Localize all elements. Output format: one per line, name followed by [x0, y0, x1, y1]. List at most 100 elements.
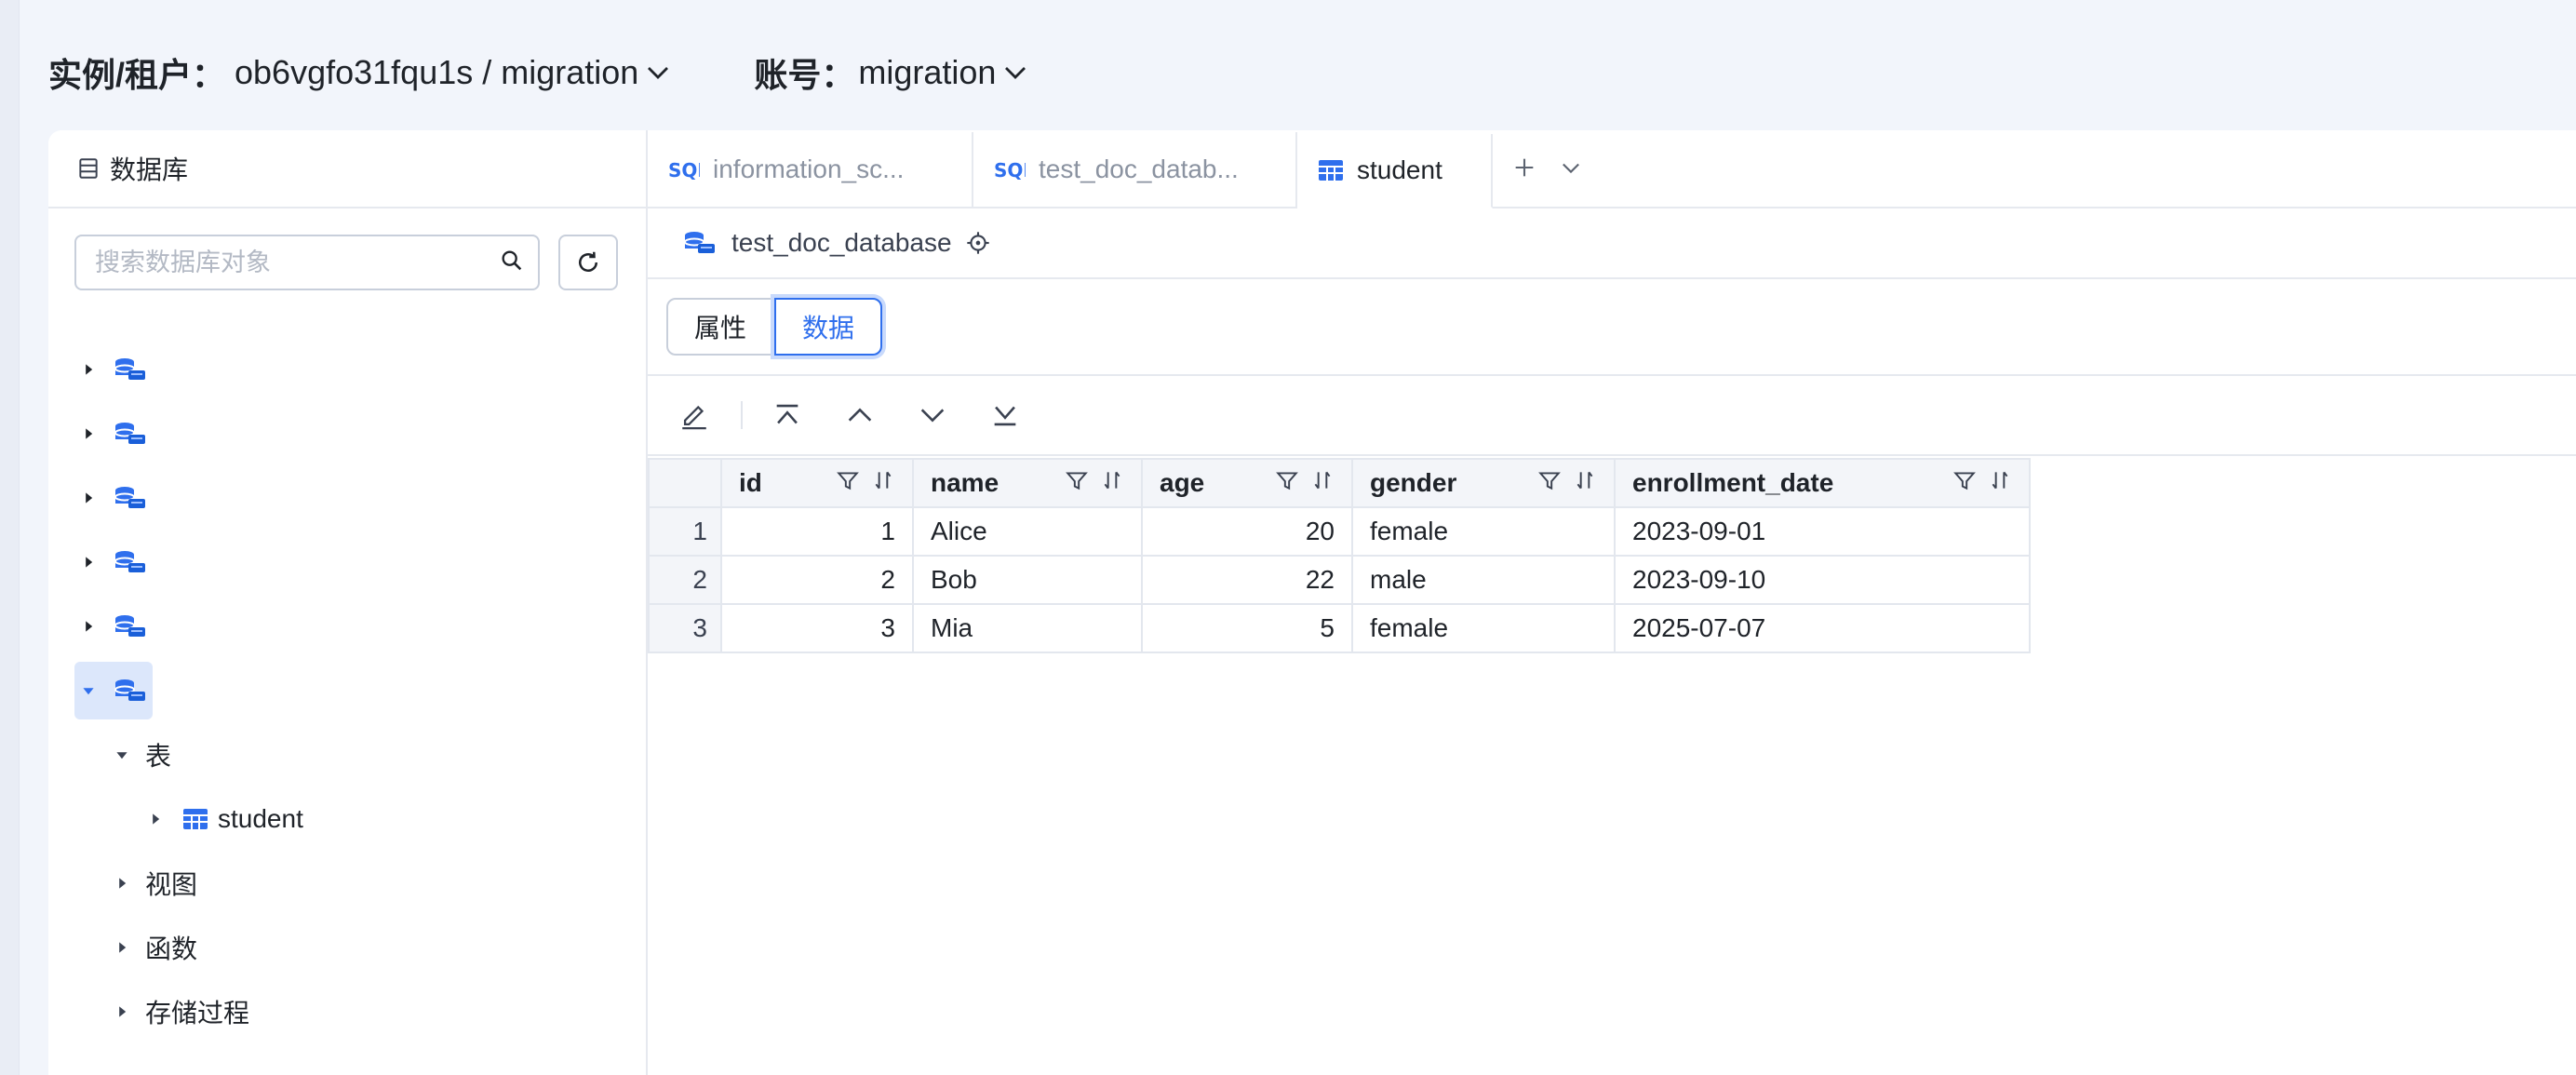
column-header-gender[interactable]: gender	[1351, 458, 1616, 508]
tree-database-3[interactable]	[74, 465, 633, 530]
search-input[interactable]	[93, 247, 488, 278]
caret-right-icon[interactable]	[74, 427, 102, 440]
tab-label: test_doc_datab...	[1039, 155, 1239, 183]
sort-icon[interactable]	[1988, 468, 2012, 499]
caret-down-icon[interactable]	[108, 748, 136, 761]
next-row-button[interactable]	[908, 391, 957, 439]
prev-row-button[interactable]	[836, 391, 884, 439]
cell-age[interactable]: 20	[1141, 506, 1353, 557]
cell-age[interactable]: 22	[1141, 555, 1353, 605]
sql-icon: SQL	[668, 157, 700, 181]
caret-right-icon[interactable]	[141, 813, 169, 826]
caret-down-icon[interactable]	[74, 684, 102, 697]
tree-database-6[interactable]	[74, 658, 633, 722]
column-name: age	[1160, 468, 1205, 497]
chevron-up-icon	[848, 408, 872, 422]
tree-database-2[interactable]	[74, 401, 633, 465]
filter-icon[interactable]	[1275, 468, 1299, 499]
caret-right-icon[interactable]	[108, 1005, 136, 1018]
search-icon[interactable]	[499, 248, 525, 278]
table-row[interactable]: 2 2 Bob 22 male 2023-09-10	[648, 555, 2031, 605]
cell-age[interactable]: 5	[1141, 603, 1353, 653]
tree-database-4[interactable]	[74, 530, 633, 594]
selected-database[interactable]	[74, 661, 153, 719]
caret-right-icon[interactable]	[74, 363, 102, 376]
search-row	[74, 235, 618, 290]
svg-text:SQL: SQL	[668, 159, 700, 181]
tab-data[interactable]: 数据	[774, 298, 883, 356]
tab-student[interactable]: student	[1297, 134, 1493, 208]
sort-icon[interactable]	[871, 468, 895, 499]
locate-icon[interactable]	[965, 230, 991, 256]
column-header-id[interactable]: id	[720, 458, 914, 508]
cell-name[interactable]: Alice	[912, 506, 1143, 557]
filter-icon[interactable]	[836, 468, 860, 499]
cell-name[interactable]: Bob	[912, 555, 1143, 605]
cell-id[interactable]: 2	[720, 555, 914, 605]
main-area: SQL information_sc... SQL test_doc_datab…	[648, 130, 2576, 1075]
tree-database-1[interactable]	[74, 337, 633, 401]
database-icon	[681, 229, 718, 257]
edit-button[interactable]	[670, 391, 718, 439]
chevron-down-icon[interactable]	[644, 59, 672, 87]
cell-name[interactable]: Mia	[912, 603, 1143, 653]
column-header-age[interactable]: age	[1141, 458, 1353, 508]
cell-gender[interactable]: male	[1351, 555, 1616, 605]
breadcrumb: test_doc_database	[648, 208, 2576, 279]
add-tab-icon[interactable]	[1511, 155, 1537, 185]
column-header-enrollment-date[interactable]: enrollment_date	[1614, 458, 2031, 508]
cell-enrollment-date[interactable]: 2023-09-01	[1614, 506, 2031, 557]
cell-gender[interactable]: female	[1351, 603, 1616, 653]
account-selector[interactable]: 账号： migration	[754, 48, 1029, 97]
chevron-down-icon[interactable]	[1558, 155, 1584, 185]
tab-bar: SQL information_sc... SQL test_doc_datab…	[648, 130, 2576, 208]
database-sidebar: 数据库 搜索数据库对象 表 student 视图 函数 存储过程	[48, 130, 648, 1075]
tab-properties[interactable]: 属性	[666, 298, 775, 356]
caret-right-icon[interactable]	[74, 620, 102, 633]
refresh-icon	[579, 251, 597, 272]
caret-right-icon[interactable]	[108, 877, 136, 890]
table-icon	[1318, 159, 1344, 181]
view-switcher: 属性 数据	[648, 279, 2576, 376]
instance-selector[interactable]: ob6vgfo31fqu1s / migration	[235, 53, 638, 92]
row-number: 1	[648, 506, 722, 557]
sort-icon[interactable]	[1310, 468, 1335, 499]
cell-enrollment-date[interactable]: 2025-07-07	[1614, 603, 2031, 653]
cell-id[interactable]: 1	[720, 506, 914, 557]
caret-right-icon[interactable]	[74, 491, 102, 504]
sort-icon[interactable]	[1573, 468, 1597, 499]
refresh-button[interactable]	[558, 235, 618, 290]
chevron-down-icon[interactable]	[1001, 59, 1029, 87]
caret-right-icon[interactable]	[74, 556, 102, 569]
cell-enrollment-date[interactable]: 2023-09-10	[1614, 555, 2031, 605]
table-row[interactable]: 3 3 Mia 5 female 2025-07-07	[648, 603, 2031, 653]
column-header-name[interactable]: name	[912, 458, 1143, 508]
caret-right-icon[interactable]	[108, 941, 136, 954]
tree-group-procedures[interactable]: 存储过程	[74, 979, 633, 1043]
filter-icon[interactable]	[1952, 468, 1977, 499]
sort-icon[interactable]	[1100, 468, 1124, 499]
filter-icon[interactable]	[1537, 468, 1562, 499]
tree-table-student[interactable]: student	[74, 786, 633, 851]
sql-icon: SQL	[994, 157, 1026, 181]
last-row-button[interactable]	[981, 391, 1029, 439]
tree-group-functions[interactable]: 函数	[74, 915, 633, 979]
first-row-button[interactable]	[763, 391, 812, 439]
cell-id[interactable]: 3	[720, 603, 914, 653]
tab-test-doc-database[interactable]: SQL test_doc_datab...	[973, 132, 1297, 207]
breadcrumb-database[interactable]: test_doc_database	[731, 228, 952, 258]
tree-database-5[interactable]	[74, 594, 633, 658]
database-list-icon	[76, 156, 101, 181]
sidebar-title: 数据库	[110, 155, 189, 184]
filter-icon[interactable]	[1065, 468, 1089, 499]
table-row[interactable]: 1 1 Alice 20 female 2023-09-01	[648, 506, 2031, 557]
sidebar-header: 数据库	[48, 130, 646, 208]
tree-group-views[interactable]: 视图	[74, 851, 633, 915]
tree-group-tables[interactable]: 表	[74, 722, 633, 786]
tab-information-schema[interactable]: SQL information_sc...	[648, 132, 973, 207]
context-bar: 实例/租户： ob6vgfo31fqu1s / migration 账号： mi…	[48, 45, 1029, 101]
database-icon	[112, 420, 149, 448]
cell-gender[interactable]: female	[1351, 506, 1616, 557]
left-edge-strip	[0, 0, 20, 1075]
tab-actions	[1493, 132, 1603, 207]
